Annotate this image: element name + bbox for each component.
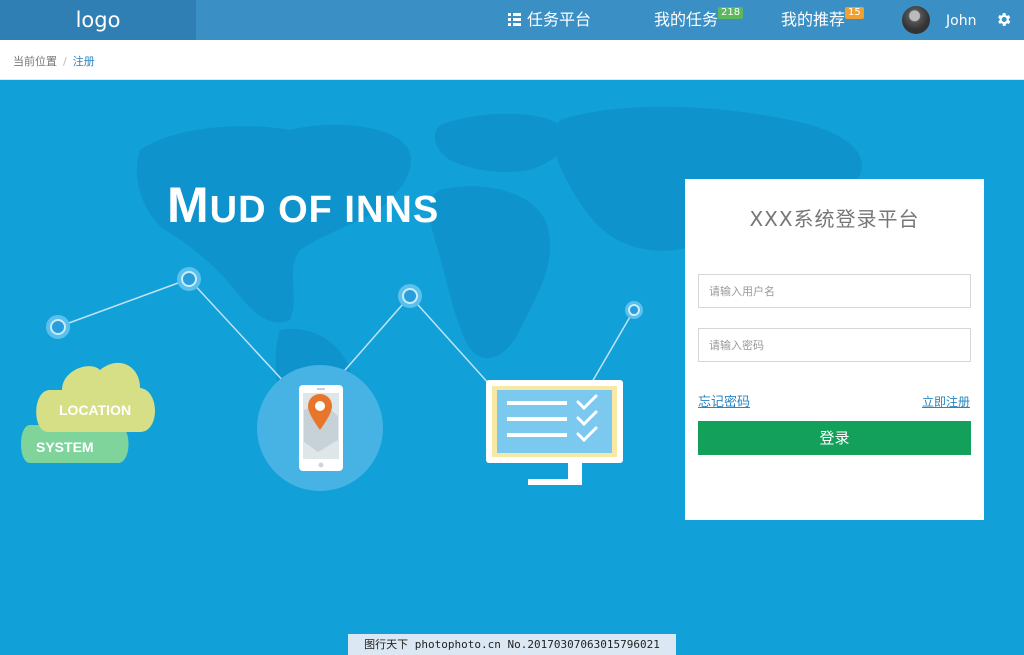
nav-label: 任务平台: [527, 10, 592, 29]
phone-location-icon: [257, 365, 383, 491]
top-navbar: logo 任务平台 我的任务 218 我的推荐 15 John: [0, 0, 1024, 40]
monitor-checklist-icon: [486, 380, 623, 485]
nav-task-platform[interactable]: 任务平台: [508, 0, 591, 40]
breadcrumb-label[interactable]: 当前位置: [13, 55, 57, 68]
breadcrumb: 当前位置 / 注册: [0, 40, 1024, 80]
connector-nodes: [46, 267, 643, 339]
password-input[interactable]: [698, 328, 971, 362]
register-link[interactable]: 立即注册: [922, 393, 970, 410]
nav-label: 我的任务: [654, 10, 719, 29]
login-button[interactable]: 登录: [698, 421, 971, 455]
avatar[interactable]: [902, 6, 930, 34]
cloud-label-location: LOCATION: [59, 402, 132, 418]
username-input[interactable]: [698, 274, 971, 308]
gear-icon[interactable]: [995, 11, 1012, 28]
list-icon: [508, 13, 521, 26]
headline-initial: M: [167, 177, 210, 233]
breadcrumb-current[interactable]: 注册: [73, 55, 95, 68]
watermark: 图行天下 photophoto.cn No.201703070630157960…: [348, 634, 676, 655]
login-title: XXX系统登录平台: [749, 207, 920, 231]
headline-rest: UD OF INNS: [209, 189, 440, 231]
username[interactable]: John: [946, 0, 976, 42]
breadcrumb-separator: /: [63, 55, 67, 68]
logo[interactable]: logo: [0, 0, 196, 40]
cloud-label-system: SYSTEM: [36, 439, 94, 455]
hero-headline: MUD OF INNS: [167, 176, 439, 234]
recommend-count-badge: 15: [845, 7, 864, 19]
nav-label: 我的推荐: [781, 10, 846, 29]
forgot-password-link[interactable]: 忘记密码: [698, 391, 750, 410]
tasks-count-badge: 218: [718, 7, 744, 19]
nav-my-tasks[interactable]: 我的任务: [654, 0, 718, 40]
login-card: XXX系统登录平台 忘记密码 立即注册 登录: [685, 179, 984, 520]
nav-my-recommend[interactable]: 我的推荐: [781, 0, 845, 40]
